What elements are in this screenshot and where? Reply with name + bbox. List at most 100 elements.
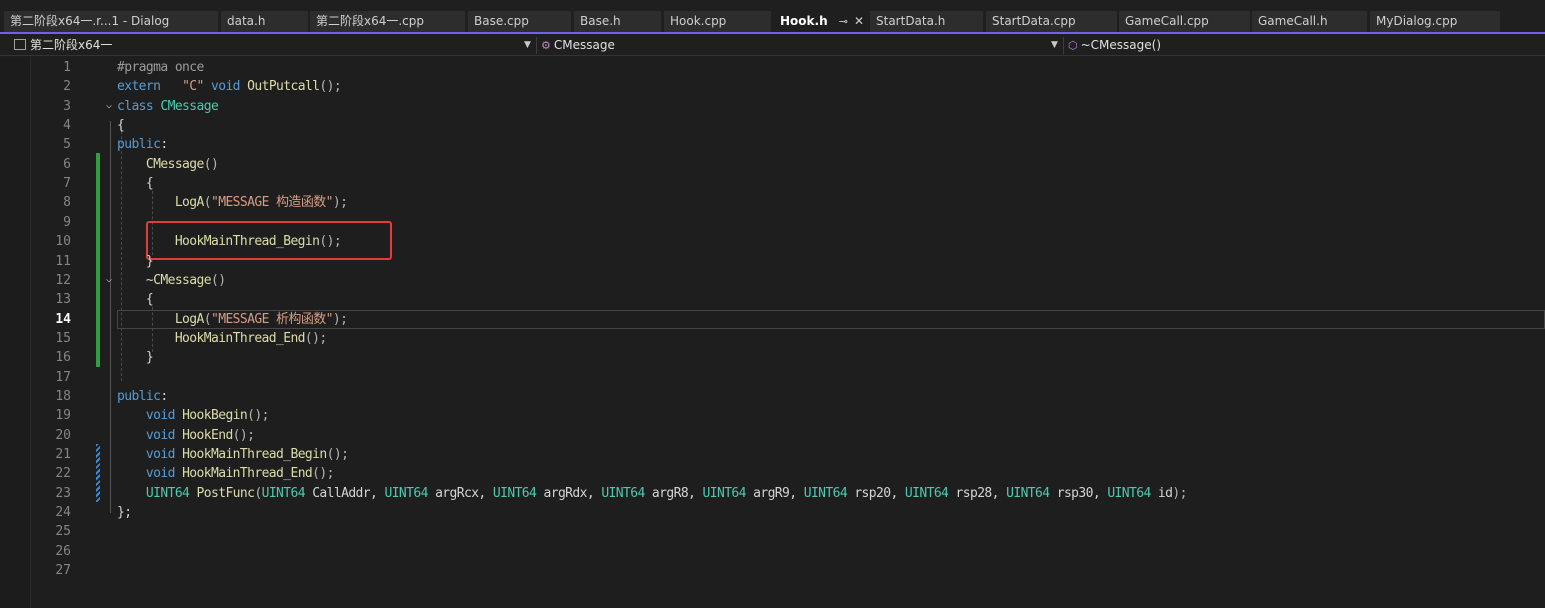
code-token: void [145,466,176,482]
code-line[interactable]: 20 void HookEnd(); [0,426,1545,445]
line-number: 21 [55,447,71,462]
code-token: UINT64 [1107,485,1151,501]
code-token: ( [254,485,262,501]
tab-gamecall-cpp[interactable]: GameCall.cpp [1119,11,1250,32]
tab-hook-cpp[interactable]: Hook.cpp [664,11,771,32]
code-line[interactable]: 25 [0,522,1545,541]
code-token: ( [203,311,212,327]
code-line[interactable]: 24}; [0,503,1545,522]
code-text: class CMessage [117,97,219,116]
tab-startdata-cpp[interactable]: StartData.cpp [986,11,1117,32]
line-number: 20 [55,427,71,443]
code-line[interactable]: 6 CMessage() [0,155,1545,174]
line-number: 26 [55,543,71,559]
project-dropdown-chevron-icon[interactable]: ▼ [524,36,531,55]
code-token: HookMainThread_Begin [174,234,320,250]
code-line[interactable]: 11 } [0,252,1545,271]
tab-gamecall-h[interactable]: GameCall.h [1252,11,1367,32]
code-token: ~ [117,272,154,288]
code-text: HookMainThread_End(); [117,329,327,348]
code-text: { [117,174,154,193]
code-token: }; [117,505,132,521]
code-line[interactable]: 12 ⌵ ~CMessage() [0,271,1545,290]
tab-hook-h[interactable]: Hook.h ⊸ ✕ [774,11,870,32]
code-text: }; [117,503,132,522]
code-line[interactable]: 17 [0,368,1545,387]
code-token: UINT64 [1006,485,1050,501]
code-line[interactable]: 1 #pragma once [0,58,1545,77]
code-line[interactable]: 7 { [0,174,1545,193]
code-line[interactable]: 8 LogA("MESSAGE 构造函数"); [0,193,1545,212]
code-token: { [117,292,154,308]
line-number: 16 [55,350,71,366]
close-icon[interactable]: ✕ [854,11,864,32]
line-number: 15 [55,330,71,346]
tab-第二阶段x64一-r-1-dialog[interactable]: 第二阶段x64一.r...1 - Dialog [4,11,218,32]
code-line[interactable]: 15 HookMainThread_End(); [0,329,1545,348]
code-line[interactable]: 16 } [0,348,1545,367]
code-token: (); [319,79,342,95]
code-token: UINT64 [904,485,949,501]
code-line[interactable]: 3 ⌵ class CMessage [0,97,1545,116]
scope-dropdown[interactable]: ⚙ CMessage [541,36,1061,55]
scope-dropdown-chevron-icon[interactable]: ▼ [1051,36,1058,55]
member-dropdown[interactable]: ⬡ ~CMessage() [1068,36,1538,55]
code-token: { [117,118,125,134]
code-token: ); [332,311,348,327]
code-line[interactable]: 9 [0,213,1545,232]
tab-data-h[interactable]: data.h [221,11,308,32]
tab-第二阶段x64一-cpp[interactable]: 第二阶段x64一.cpp [310,11,465,32]
code-line[interactable]: 10 HookMainThread_Begin(); [0,232,1545,251]
code-token: ); [332,195,348,211]
line-number: 22 [55,466,71,482]
nav-divider [1063,37,1064,54]
code-line[interactable]: 27 [0,561,1545,580]
code-text: { [117,290,154,309]
code-text: UINT64 PostFunc(UINT64 CallAddr, UINT64 … [117,484,1188,503]
code-text: extern "C" void OutPutcall(); [117,77,342,96]
code-token: HookEnd [182,427,233,443]
line-number: 2 [63,79,71,95]
code-line[interactable]: 22 void HookMainThread_End(); [0,464,1545,483]
code-line[interactable]: 18 public: [0,387,1545,406]
tab-startdata-h[interactable]: StartData.h [870,11,983,32]
project-dropdown[interactable]: 第二阶段x64一 [14,36,534,55]
code-line[interactable]: 19 void HookBegin(); [0,406,1545,425]
line-number: 14 [55,311,71,327]
code-token: UINT64 [601,485,645,501]
code-token: argRdx, [536,485,602,501]
tab-mydialog-cpp[interactable]: MyDialog.cpp [1370,11,1500,32]
code-line[interactable]: 26 [0,542,1545,561]
code-token: UINT64 [145,485,190,501]
tab-base-h[interactable]: Base.h [574,11,661,32]
pin-icon[interactable]: ⊸ [839,11,848,32]
code-line[interactable]: 14 LogA("MESSAGE 析构函数"); [0,309,1545,329]
tab-base-cpp[interactable]: Base.cpp [468,11,571,32]
tab-label: Base.h [580,14,621,28]
code-line[interactable]: 13 { [0,290,1545,309]
code-line[interactable]: 23 UINT64 PostFunc(UINT64 CallAddr, UINT… [0,484,1545,503]
line-number: 10 [55,234,71,250]
code-line[interactable]: 21 void HookMainThread_Begin(); [0,445,1545,464]
project-dropdown-label: 第二阶段x64一 [30,38,113,52]
line-number: 12 [55,272,71,288]
code-line[interactable]: 5 public: [0,135,1545,154]
code-token: "C" [182,79,204,95]
method-cube-icon: ⬡ [1068,39,1078,52]
code-text: #pragma once [117,58,204,77]
code-line[interactable]: 4{ [0,116,1545,135]
chevron-down-icon[interactable]: ⌵ [103,274,115,286]
code-line[interactable]: 2 extern "C" void OutPutcall(); [0,77,1545,96]
code-editor[interactable]: 1 #pragma once 2 extern "C" void OutPutcall… [0,57,1545,608]
line-number: 1 [63,60,71,75]
chevron-down-icon[interactable]: ⌵ [103,100,115,112]
code-token: void [210,79,241,95]
